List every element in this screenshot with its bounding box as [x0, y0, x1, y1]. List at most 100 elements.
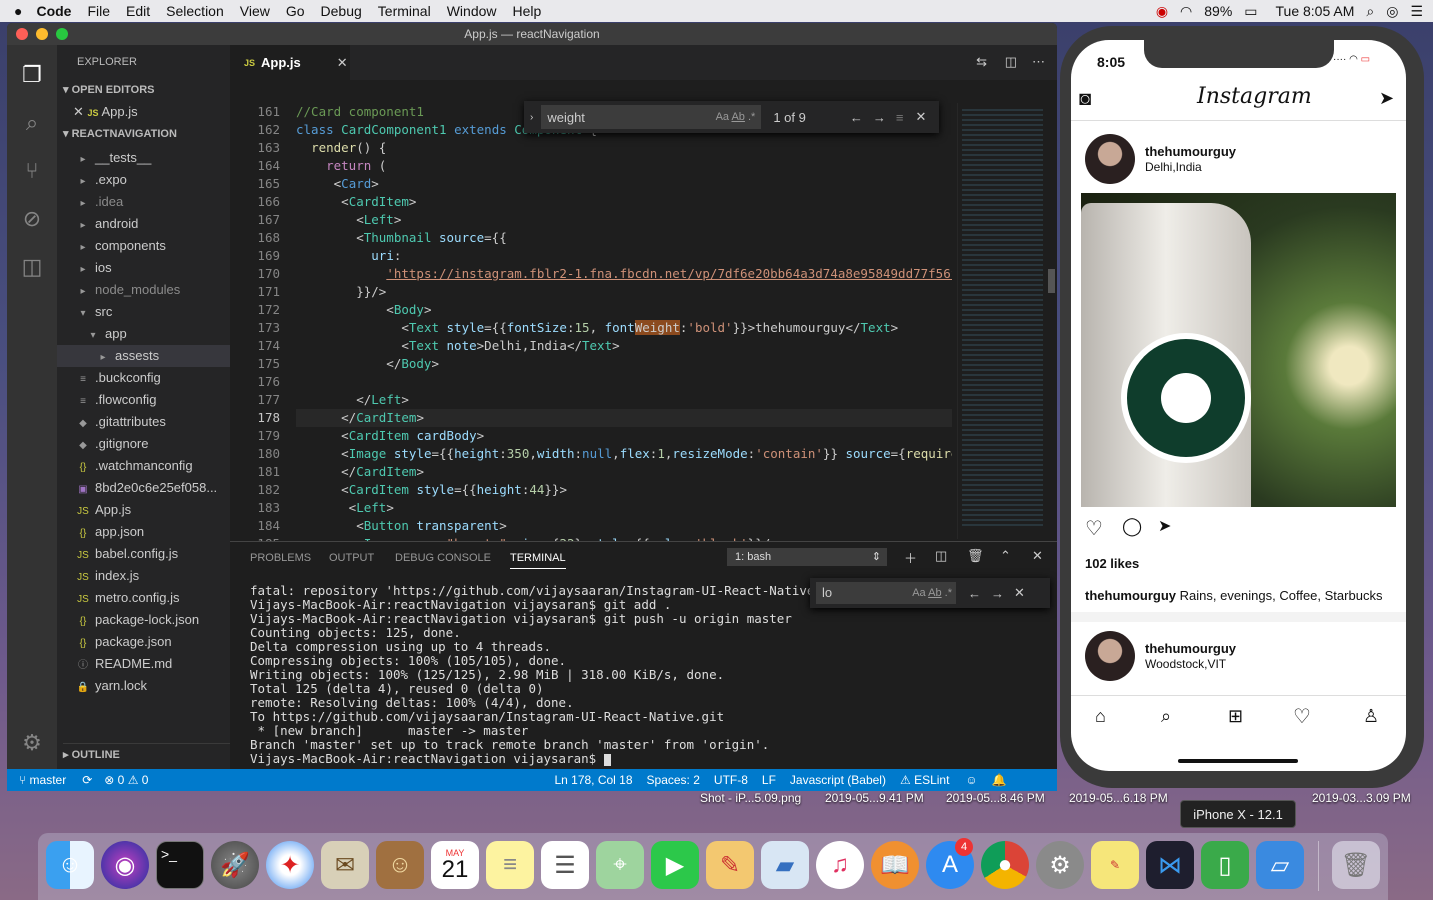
code-lines[interactable]: //Card component1 class CardComponent1 e…	[296, 103, 952, 553]
zoom-window-button[interactable]	[56, 28, 68, 40]
file-tree-item[interactable]: {} .watchmanconfig	[57, 455, 230, 477]
compare-changes-icon[interactable]: ⇆	[976, 54, 987, 70]
share-icon[interactable]: ➤	[1158, 516, 1171, 536]
wifi-icon[interactable]: ◠	[1180, 3, 1192, 20]
trash-icon[interactable]: 🗑	[967, 548, 984, 564]
reminders-icon[interactable]: ☰	[541, 841, 589, 889]
file-tree-item[interactable]: ◆ .gitattributes	[57, 411, 230, 433]
problems-status[interactable]: ⊗ 0 ⚠ 0	[104, 773, 148, 787]
eslint-status[interactable]: ⚠ ESLint	[900, 773, 949, 787]
menu-file[interactable]: File	[87, 3, 110, 19]
heart-icon[interactable]: ♡	[1085, 516, 1103, 541]
notification-center-icon[interactable]: ☰	[1410, 3, 1423, 20]
split-terminal-icon[interactable]: ◫	[935, 548, 947, 564]
minimize-window-button[interactable]	[36, 28, 48, 40]
editor-area[interactable]: JS App.js ✕ ⇆ ◫ ⋯ 161 162 163 164 165 166 167 1…	[230, 45, 1057, 551]
tab-app-js[interactable]: JS App.js ✕	[230, 45, 350, 80]
terminal-select[interactable]: 1: bash ⇕	[727, 548, 887, 566]
minimap[interactable]	[957, 103, 1047, 539]
search-icon[interactable]: ⌕	[16, 107, 48, 139]
file-tree-item[interactable]: ≡ .buckconfig	[57, 367, 230, 389]
menu-view[interactable]: View	[240, 3, 270, 19]
desktop-file[interactable]: 2019-03...3.09 PM	[1312, 791, 1411, 805]
file-tree-item[interactable]: JS index.js	[57, 565, 230, 587]
mail-icon[interactable]: ✉	[321, 841, 369, 889]
file-tree-item[interactable]: ▸ android	[57, 213, 230, 235]
menu-edit[interactable]: Edit	[126, 3, 150, 19]
file-tree-item[interactable]: ▸ assests	[57, 345, 230, 367]
open-editor-item[interactable]: ✕ JS App.js	[73, 101, 138, 123]
trash-icon[interactable]: 🗑	[1332, 841, 1380, 889]
android-studio-icon[interactable]: ▯	[1201, 841, 1249, 889]
next-match-icon[interactable]: →	[873, 110, 886, 125]
terminal-app-icon[interactable]: >_	[156, 841, 204, 889]
tab-terminal[interactable]: TERMINAL	[510, 552, 566, 569]
clock[interactable]: Tue 8:05 AM	[1276, 3, 1355, 19]
find-input[interactable]: weight Aa Ab .*	[541, 105, 762, 129]
file-tree-item[interactable]: ▸ ios	[57, 257, 230, 279]
explorer-icon[interactable]: ❐	[16, 59, 48, 91]
vscode-icon[interactable]: ⋈	[1146, 841, 1194, 889]
close-window-button[interactable]	[16, 28, 28, 40]
menu-selection[interactable]: Selection	[166, 3, 224, 19]
simulator-icon[interactable]: ▱	[1256, 841, 1304, 889]
menu-window[interactable]: Window	[447, 3, 497, 19]
tab-debug-console[interactable]: DEBUG CONSOLE	[395, 552, 491, 564]
desktop-file[interactable]: 2019-05...8.46 PM	[946, 791, 1045, 805]
siri-icon[interactable]: ◉	[101, 841, 149, 889]
next-match-icon[interactable]: →	[991, 586, 1004, 601]
file-tree-item[interactable]: ▸ __tests__	[57, 147, 230, 169]
file-tree-item[interactable]: JS babel.config.js	[57, 543, 230, 565]
profile-icon[interactable]: ♙	[1363, 706, 1379, 727]
add-post-icon[interactable]: ⊞	[1228, 706, 1243, 727]
desktop-file[interactable]: Shot - iP...5.09.png	[700, 791, 801, 805]
file-tree-item[interactable]: ▸ .idea	[57, 191, 230, 213]
system-preferences-icon[interactable]: ⚙	[1036, 841, 1084, 889]
source-control-icon[interactable]: ⑂	[16, 155, 48, 187]
file-tree-item[interactable]: ≡ .flowconfig	[57, 389, 230, 411]
file-tree-item[interactable]: ▸ node_modules	[57, 279, 230, 301]
pages-icon[interactable]: ✎	[706, 841, 754, 889]
phone-screen[interactable]: 8:05 ···· ◠ ▭ ◙ Instagram ➤ thehumourguy…	[1071, 40, 1406, 771]
calendar-icon[interactable]: MAY 21	[431, 841, 479, 889]
file-tree-item[interactable]: JS metro.config.js	[57, 587, 230, 609]
file-tree-item[interactable]: ▸ .expo	[57, 169, 230, 191]
menu-go[interactable]: Go	[286, 3, 305, 19]
editor-scrollbar[interactable]	[1048, 269, 1055, 293]
close-tab-icon[interactable]: ✕	[337, 55, 348, 71]
search-icon[interactable]: ⌕	[1161, 706, 1171, 727]
line-ending[interactable]: LF	[762, 773, 776, 787]
keynote-icon[interactable]: ▰	[761, 841, 809, 889]
terminal-output[interactable]: fatal: repository 'https://github.com/vi…	[250, 584, 852, 766]
sync-icon[interactable]: ⟳	[82, 773, 92, 787]
camera-icon[interactable]: ◙	[1079, 88, 1091, 111]
find-in-selection-icon[interactable]: ≡	[896, 110, 904, 125]
bell-icon[interactable]: 🔔	[992, 773, 1007, 787]
previous-match-icon[interactable]: ←	[968, 586, 981, 601]
close-find-icon[interactable]: ✕	[915, 109, 926, 125]
home-icon[interactable]: ⌂	[1095, 706, 1106, 727]
split-editor-icon[interactable]: ◫	[1005, 54, 1017, 70]
close-find-icon[interactable]: ✕	[1014, 585, 1025, 601]
encoding[interactable]: UTF-8	[714, 773, 748, 787]
maximize-panel-icon[interactable]: ⌃	[1000, 548, 1011, 564]
avatar[interactable]	[1085, 134, 1135, 184]
extensions-icon[interactable]: ◫	[16, 251, 48, 283]
maps-icon[interactable]: ⌖	[596, 841, 644, 889]
post-username[interactable]: thehumourguy	[1145, 641, 1236, 656]
desktop-file[interactable]: 2019-05...9.41 PM	[825, 791, 924, 805]
comment-icon[interactable]: ◯	[1122, 516, 1142, 537]
siri-icon[interactable]: ◎	[1386, 3, 1398, 20]
feedback-icon[interactable]: ☺	[965, 773, 977, 787]
finder-icon[interactable]: ☺	[46, 841, 94, 889]
close-panel-icon[interactable]: ✕	[1032, 548, 1043, 564]
file-tree-item[interactable]: JS App.js	[57, 499, 230, 521]
menu-debug[interactable]: Debug	[321, 3, 362, 19]
file-tree-item[interactable]: ◆ .gitignore	[57, 433, 230, 455]
apple-icon[interactable]: ●	[14, 3, 22, 19]
menu-help[interactable]: Help	[513, 3, 542, 19]
desktop-file[interactable]: 2019-05...6.18 PM	[1069, 791, 1168, 805]
menu-terminal[interactable]: Terminal	[378, 3, 431, 19]
branch-status[interactable]: ⑂ master	[19, 773, 66, 787]
cursor-position[interactable]: Ln 178, Col 18	[554, 773, 632, 787]
